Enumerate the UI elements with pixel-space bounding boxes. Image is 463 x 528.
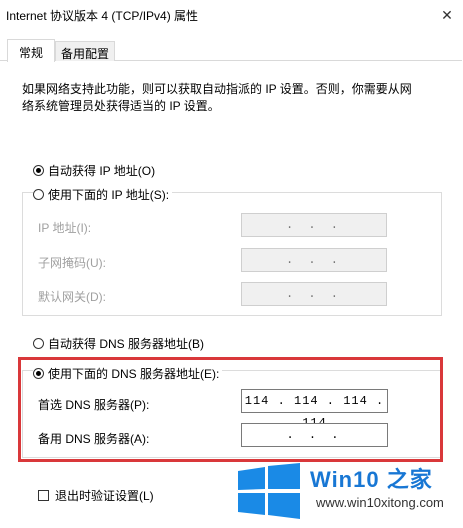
manual-ip-radio[interactable]: 使用下面的 IP 地址(S): <box>33 186 173 203</box>
validate-settings-checkbox[interactable]: 退出时验证设置(L) <box>38 487 154 504</box>
highlight-box <box>18 357 443 462</box>
description-line-1: 如果网络支持此功能，则可以获取自动指派的 IP 设置。否则，你需要从网 <box>22 82 412 96</box>
windows-logo-icon <box>238 463 300 519</box>
watermark-url: www.win10xitong.com <box>316 495 444 510</box>
auto-dns-radio[interactable]: 自动获得 DNS 服务器地址(B) <box>33 335 204 352</box>
ip-address-label: IP 地址(I): <box>38 221 92 235</box>
title-bar: Internet 协议版本 4 (TCP/IPv4) 属性 ✕ <box>0 0 463 30</box>
tab-general-label: 常规 <box>18 46 43 60</box>
radio-unchecked-icon <box>33 338 44 349</box>
tab-general[interactable]: 常规 <box>7 39 55 62</box>
description-line-2: 络系统管理员处获得适当的 IP 设置。 <box>22 99 220 113</box>
ip-address-input[interactable]: . . . <box>241 213 387 237</box>
auto-ip-label: 自动获得 IP 地址(O) <box>48 164 156 178</box>
radio-checked-icon <box>33 165 44 176</box>
tab-alternate-label: 备用配置 <box>60 47 109 61</box>
watermark-title: Win10 之家 <box>310 467 433 492</box>
radio-unchecked-icon <box>33 189 44 200</box>
validate-settings-label: 退出时验证设置(L) <box>55 489 154 503</box>
tab-alternate-configuration[interactable]: 备用配置 <box>55 41 115 61</box>
close-button[interactable]: ✕ <box>431 0 463 30</box>
auto-dns-label: 自动获得 DNS 服务器地址(B) <box>48 337 205 351</box>
subnet-mask-label: 子网掩码(U): <box>38 256 106 270</box>
checkbox-icon <box>38 490 49 501</box>
default-gateway-input[interactable]: . . . <box>241 282 387 306</box>
manual-ip-label: 使用下面的 IP 地址(S): <box>48 188 170 202</box>
close-icon: ✕ <box>441 6 453 23</box>
subnet-mask-input[interactable]: . . . <box>241 248 387 272</box>
auto-ip-radio[interactable]: 自动获得 IP 地址(O) <box>33 162 155 179</box>
window-title: Internet 协议版本 4 (TCP/IPv4) 属性 <box>6 9 199 23</box>
default-gateway-label: 默认网关(D): <box>38 290 106 304</box>
